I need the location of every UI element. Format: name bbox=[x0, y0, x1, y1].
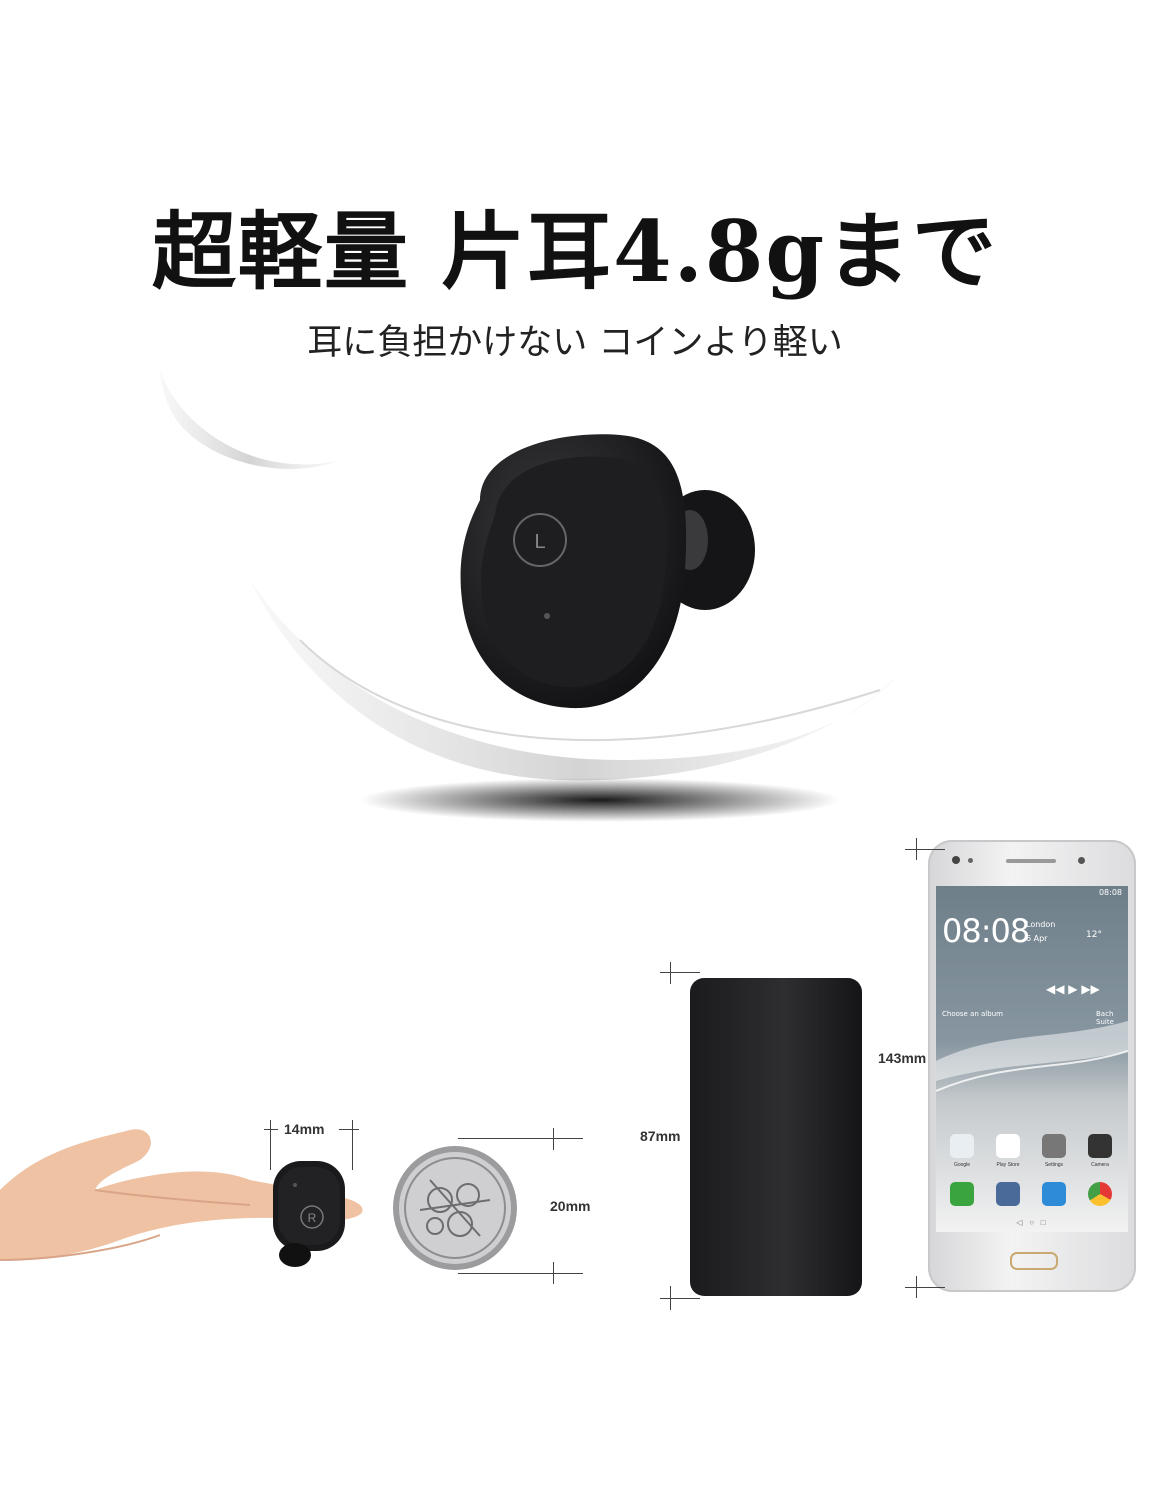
album-prompt: Choose an album bbox=[942, 1010, 1003, 1018]
app-messages-icon[interactable] bbox=[1042, 1182, 1066, 1206]
app-camera-icon[interactable] bbox=[1088, 1134, 1112, 1158]
app-label-camera: Camera bbox=[1091, 1162, 1109, 1168]
coin bbox=[393, 1146, 517, 1270]
phone: 08:08 08:08 London 6 Apr 12° ◀◀ ▶ ▶▶ Cho… bbox=[928, 840, 1136, 1292]
app-label-settings: Settings bbox=[1044, 1162, 1064, 1168]
wallpaper-waves bbox=[936, 1021, 1128, 1092]
city: London bbox=[1026, 920, 1056, 929]
status-time: 08:08 bbox=[1098, 888, 1122, 897]
app-phone-icon[interactable] bbox=[950, 1182, 974, 1206]
temperature: 12° bbox=[1086, 930, 1102, 940]
earbud-shadow bbox=[360, 778, 840, 822]
date: 6 Apr bbox=[1026, 934, 1048, 943]
earbud-width-label: 14mm bbox=[284, 1121, 325, 1137]
app-playstore-icon[interactable] bbox=[996, 1134, 1020, 1158]
app-label-playstore: Play Store bbox=[996, 1162, 1020, 1168]
clock: 08:08 bbox=[942, 912, 1030, 950]
media-controls[interactable]: ◀◀ ▶ ▶▶ bbox=[1046, 982, 1100, 996]
app-chrome-icon[interactable] bbox=[1088, 1182, 1112, 1206]
small-earbud-mark: R bbox=[308, 1211, 317, 1225]
earbud-button-mark: L bbox=[534, 531, 545, 553]
phone-screen: 08:08 08:08 London 6 Apr 12° ◀◀ ▶ ▶▶ Cho… bbox=[936, 886, 1128, 1232]
phone-height-label: 143mm bbox=[878, 1050, 927, 1066]
app-label-google: Google bbox=[953, 1162, 971, 1168]
charging-case bbox=[690, 978, 862, 1296]
nav-bar[interactable]: ◁ ○ □ bbox=[976, 1218, 1086, 1227]
hero-illustration: L bbox=[160, 370, 910, 822]
app-google-icon[interactable] bbox=[950, 1134, 974, 1158]
feather-top bbox=[160, 370, 340, 469]
app-settings-icon[interactable] bbox=[1042, 1134, 1066, 1158]
headline: 超軽量 片耳4.8gまで bbox=[151, 202, 999, 301]
case-height-label: 87mm bbox=[640, 1128, 681, 1144]
small-earbud: R bbox=[273, 1161, 345, 1267]
coin-diameter-label: 20mm bbox=[550, 1198, 591, 1214]
app-contacts-icon[interactable] bbox=[996, 1182, 1020, 1206]
home-button[interactable] bbox=[1010, 1252, 1058, 1270]
